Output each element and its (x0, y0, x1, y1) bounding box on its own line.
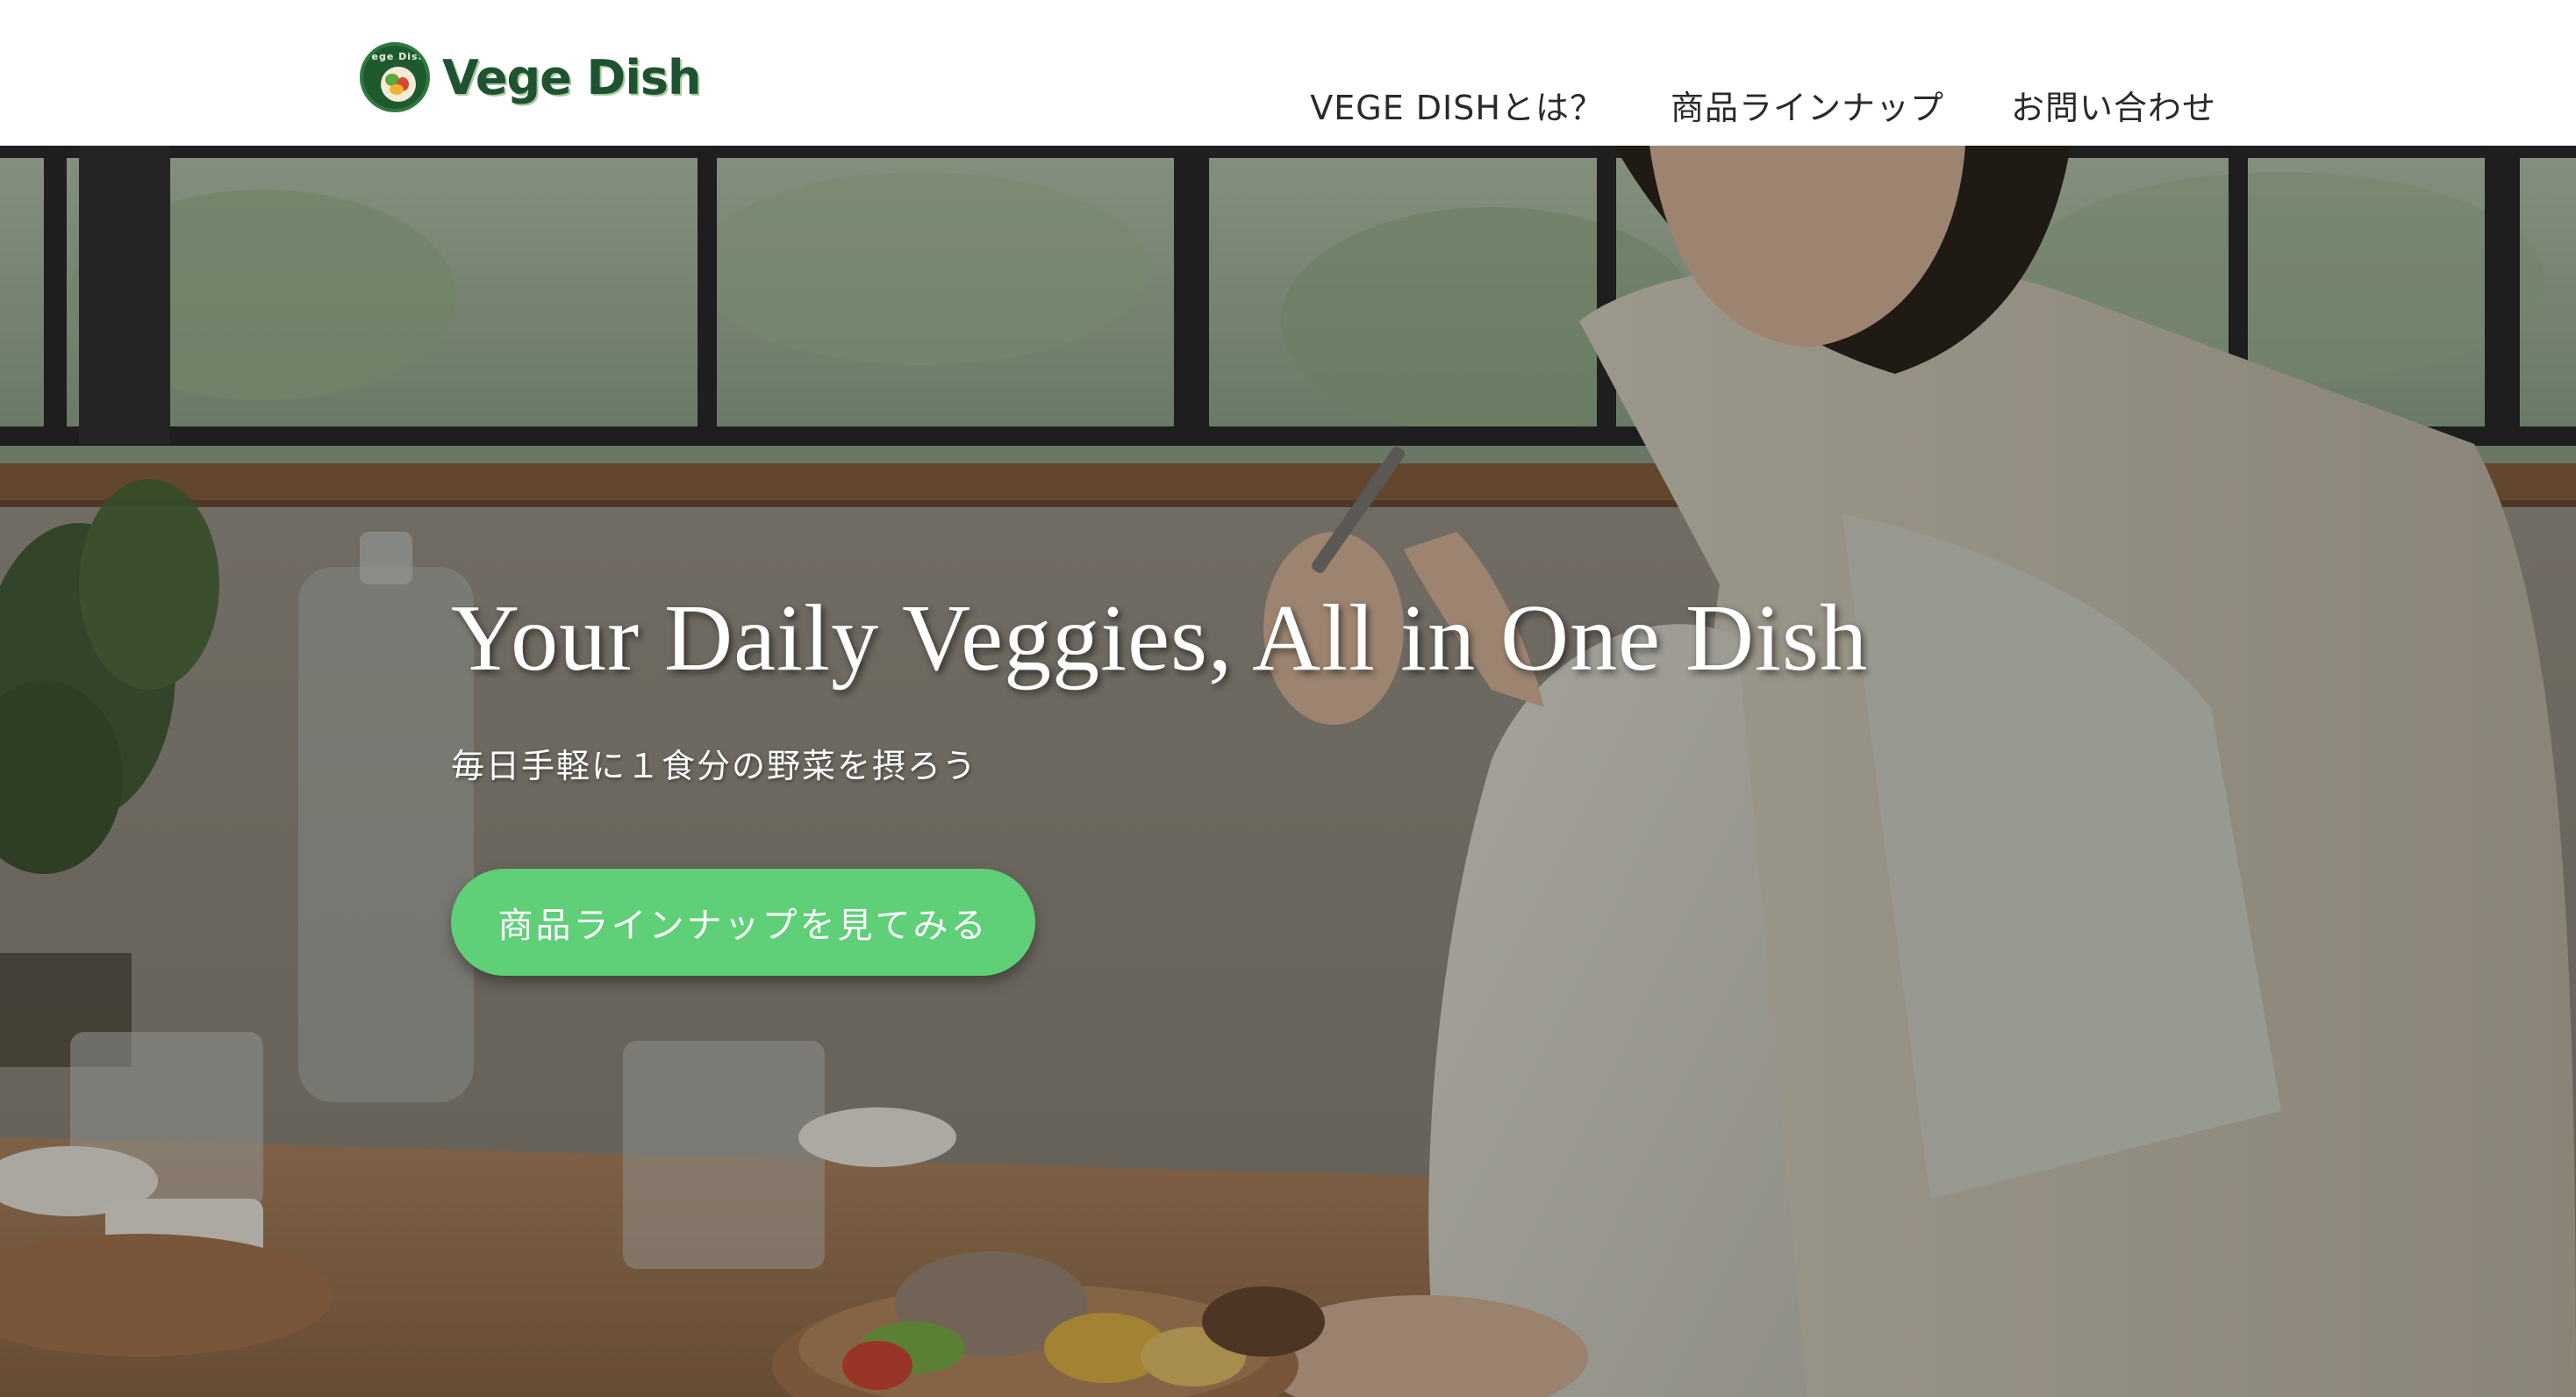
hero-subtitle: 毎日手軽に１食分の野菜を摂ろう (451, 747, 978, 785)
hero-section: Your Daily Veggies, All in One Dish 毎日手軽… (0, 146, 2576, 1397)
view-lineup-button[interactable]: 商品ラインナップを見てみる (451, 869, 1035, 976)
logo-text: Vege Dish (442, 49, 701, 105)
logo-link[interactable]: Vege Dish Vege Dish (360, 40, 701, 114)
main-nav: VEGE DISHとは？ 商品ラインナップ お問い合わせ (1310, 81, 2216, 129)
hero-dark-overlay (0, 146, 2576, 1397)
salad-bowl-icon: Vege Dish (360, 42, 430, 112)
nav-item-about[interactable]: VEGE DISHとは？ (1310, 81, 1604, 129)
hero-title: Your Daily Veggies, All in One Dish (451, 586, 1869, 691)
nav-item-lineup[interactable]: 商品ラインナップ (1671, 81, 1944, 129)
nav-item-contact[interactable]: お問い合わせ (2011, 81, 2216, 129)
site-header: Vege Dish Vege Dish VEGE DISHとは？ 商品ラインナッ… (0, 0, 2576, 146)
logo-badge-text: Vege Dish (363, 51, 426, 62)
